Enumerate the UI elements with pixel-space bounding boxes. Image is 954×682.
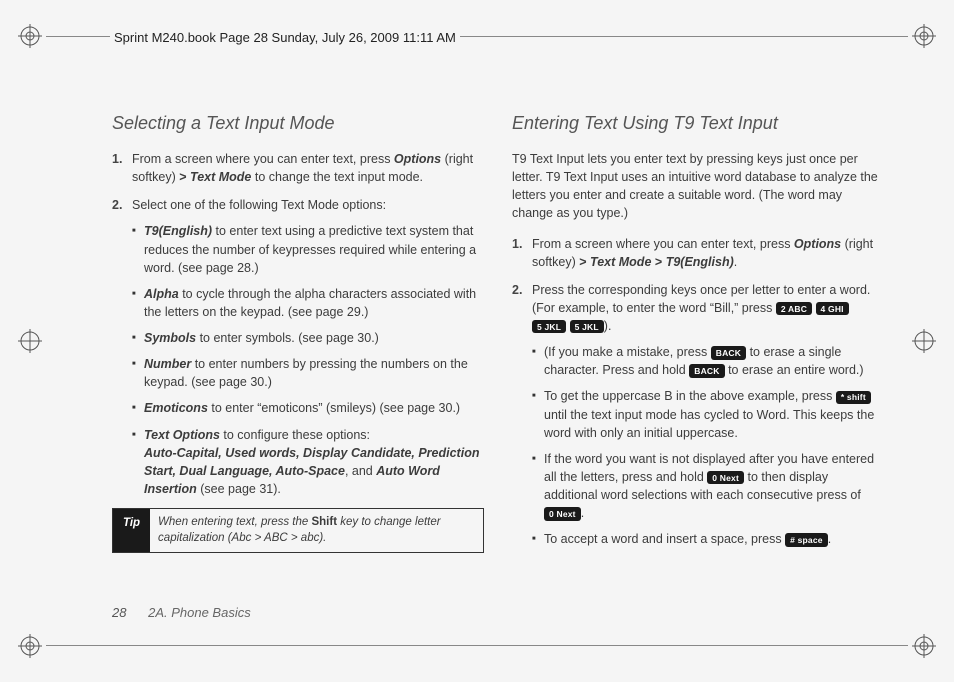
page-content: Selecting a Text Input Mode From a scree… bbox=[112, 110, 884, 558]
option-t9: T9(English) to enter text using a predic… bbox=[132, 222, 484, 276]
substep-uppercase: To get the uppercase B in the above exam… bbox=[532, 387, 884, 441]
key-back-icon: BACK bbox=[689, 364, 724, 377]
option-emoticons: Emoticons to enter “emoticons” (smileys)… bbox=[132, 399, 484, 417]
key-2abc-icon: 2 ABC bbox=[776, 302, 812, 315]
page-number: 28 bbox=[112, 605, 126, 620]
key-space-icon: # space bbox=[785, 533, 828, 546]
document-header: Sprint M240.book Page 28 Sunday, July 26… bbox=[110, 30, 460, 45]
crop-mark-icon bbox=[18, 24, 42, 48]
page-footer: 28 2A. Phone Basics bbox=[112, 605, 251, 620]
key-5jkl-icon: 5 JKL bbox=[570, 320, 604, 333]
option-number: Number to enter numbers by pressing the … bbox=[132, 355, 484, 391]
option-symbols: Symbols to enter symbols. (see page 30.) bbox=[132, 329, 484, 347]
key-shift-icon: * shift bbox=[836, 391, 871, 404]
key-next-icon: 0 Next bbox=[707, 471, 744, 484]
crop-mark-icon bbox=[912, 634, 936, 658]
step-2-right: Press the corresponding keys once per le… bbox=[512, 281, 884, 549]
option-alpha: Alpha to cycle through the alpha charact… bbox=[132, 285, 484, 321]
right-column: Entering Text Using T9 Text Input T9 Tex… bbox=[512, 110, 884, 558]
intro-paragraph: T9 Text Input lets you enter text by pre… bbox=[512, 150, 884, 223]
tip-body: When entering text, press the Shift key … bbox=[150, 509, 483, 552]
step-1-left: From a screen where you can enter text, … bbox=[112, 150, 484, 186]
step-1-right: From a screen where you can enter text, … bbox=[512, 235, 884, 271]
left-column: Selecting a Text Input Mode From a scree… bbox=[112, 110, 484, 558]
footer-rule bbox=[46, 645, 908, 646]
section-heading-right: Entering Text Using T9 Text Input bbox=[512, 110, 884, 136]
crop-mark-icon bbox=[18, 634, 42, 658]
tip-label: Tip bbox=[113, 509, 150, 552]
substep-not-displayed: If the word you want is not displayed af… bbox=[532, 450, 884, 523]
key-next-icon: 0 Next bbox=[544, 507, 581, 520]
key-back-icon: BACK bbox=[711, 346, 746, 359]
crop-mark-icon bbox=[18, 329, 42, 353]
option-text-options: Text Options to configure these options:… bbox=[132, 426, 484, 499]
step-2-left: Select one of the following Text Mode op… bbox=[112, 196, 484, 498]
crop-mark-icon bbox=[912, 24, 936, 48]
crop-mark-icon bbox=[912, 329, 936, 353]
section-heading-left: Selecting a Text Input Mode bbox=[112, 110, 484, 136]
substep-accept: To accept a word and insert a space, pre… bbox=[532, 530, 884, 548]
substep-mistake: (If you make a mistake, press BACK to er… bbox=[532, 343, 884, 379]
key-5jkl-icon: 5 JKL bbox=[532, 320, 566, 333]
key-4ghi-icon: 4 GHI bbox=[816, 302, 849, 315]
tip-box: Tip When entering text, press the Shift … bbox=[112, 508, 484, 553]
section-name: 2A. Phone Basics bbox=[148, 605, 251, 620]
